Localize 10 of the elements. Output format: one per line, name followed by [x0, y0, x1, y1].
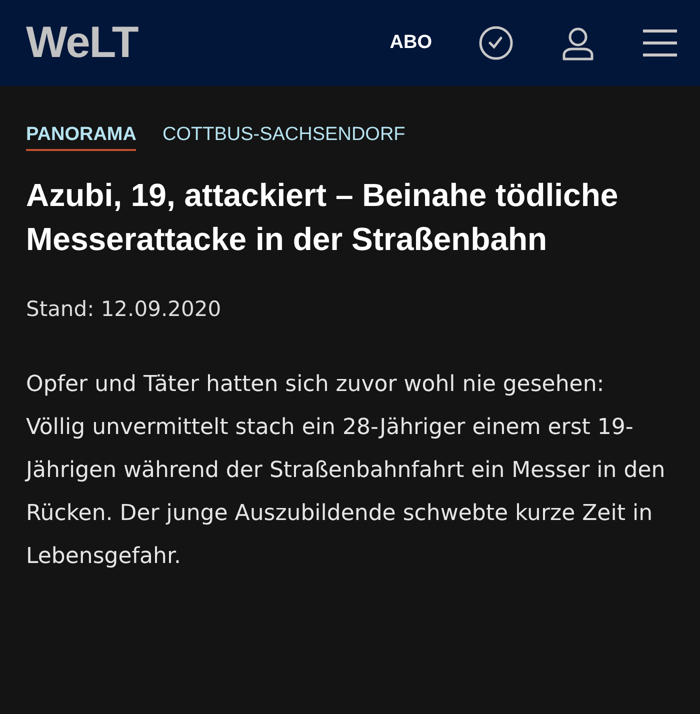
menu-icon[interactable]	[642, 28, 678, 58]
user-icon[interactable]	[560, 25, 596, 61]
clock-icon[interactable]	[478, 25, 514, 61]
logo-link[interactable]: WeLT	[26, 18, 138, 68]
breadcrumb-link[interactable]: COTTBUS-SACHSENDORF	[162, 124, 406, 151]
article-headline: Azubi, 19, attackiert – Beinahe tödliche Messerattacke in der Straßenbahn	[26, 176, 620, 259]
abo-link[interactable]: ABO	[390, 32, 432, 54]
article-date: Stand: 12.09.2020	[26, 297, 222, 321]
breadcrumb-link[interactable]: PANORAMA	[26, 124, 136, 151]
article-teaser: Opfer und Täter hatten sich zuvor wohl nie gesehen: Völlig unvermittelt stach ein 28-Jähriger einem erst 19-Jährigen während der Straßenbahnfahrt ein Messer in den Rücken. Der junge Auszubildende schwebte kurze Zeit in Lebensgefahr.	[26, 371, 666, 571]
